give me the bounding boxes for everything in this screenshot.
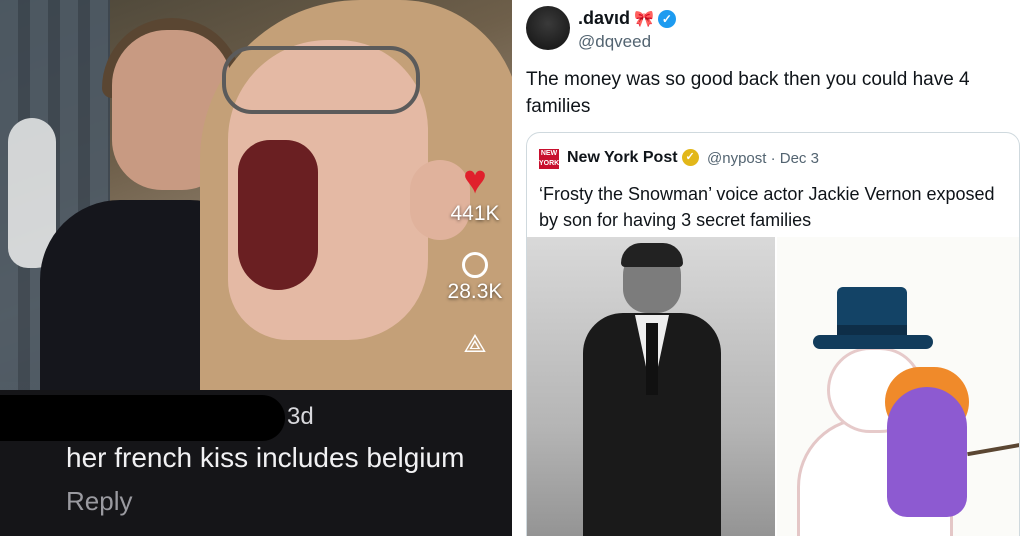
quoted-source-label[interactable]: New York Post <box>567 149 678 166</box>
man-hair <box>621 243 683 267</box>
comment-age: 3d <box>287 403 314 430</box>
frosty-cartoon-image[interactable] <box>777 237 1019 536</box>
author-display-name[interactable]: .davιd <box>578 8 630 28</box>
tweet-text: The money was so good back then you coul… <box>526 69 970 117</box>
hat-brim <box>813 335 933 349</box>
comment-text: her french kiss includes belgium <box>66 442 465 473</box>
gold-verified-badge-icon: ✓ <box>681 149 699 167</box>
reply-button[interactable]: Reply <box>66 486 132 517</box>
author-handle[interactable]: @dqveed <box>578 32 651 52</box>
verified-badge-icon: ✓ <box>657 10 676 29</box>
bow-emoji: 🎀 <box>634 11 654 28</box>
comment-count: 28.3K <box>447 280 503 303</box>
quoted-tweet[interactable]: NEW YORK POST New York Post ✓ @nypost · D… <box>526 132 1020 536</box>
quoted-text: ‘Frosty the Snowman’ voice actor Jackie … <box>539 184 995 230</box>
quoted-source-name[interactable]: New York Post ✓ <box>567 149 699 167</box>
avatar[interactable] <box>526 6 570 50</box>
quoted-media[interactable] <box>527 237 1019 536</box>
author-name[interactable]: .davιd 🎀 ✓ <box>578 8 676 29</box>
photo-man-in-suit[interactable] <box>527 237 775 536</box>
open-mouth <box>238 140 318 290</box>
quoted-handle-date[interactable]: @nypost · Dec 3 <box>707 150 819 167</box>
action-rail: ♥ 441K 28.3K ⟁ <box>440 160 510 360</box>
cartoon-girl <box>887 387 967 517</box>
like-count: 441K <box>450 202 500 225</box>
nypost-logo-icon: NEW YORK POST <box>539 149 560 177</box>
share-icon[interactable]: ⟁ <box>463 328 486 360</box>
man-tie <box>646 323 658 395</box>
tweet-screenshot: .davιd 🎀 ✓ @dqveed The money was so good b… <box>512 0 1024 536</box>
heart-icon[interactable]: ♥ <box>463 160 487 200</box>
comment-icon[interactable] <box>462 252 488 278</box>
glasses <box>222 46 420 114</box>
branch <box>967 441 1019 457</box>
video-comment-screenshot: ♥ 441K 28.3K ⟁ 3d her french kiss includ… <box>0 0 512 536</box>
hat-band <box>837 325 907 335</box>
video-frame[interactable]: ♥ 441K 28.3K ⟁ <box>0 0 512 390</box>
redacted-username <box>0 395 285 441</box>
